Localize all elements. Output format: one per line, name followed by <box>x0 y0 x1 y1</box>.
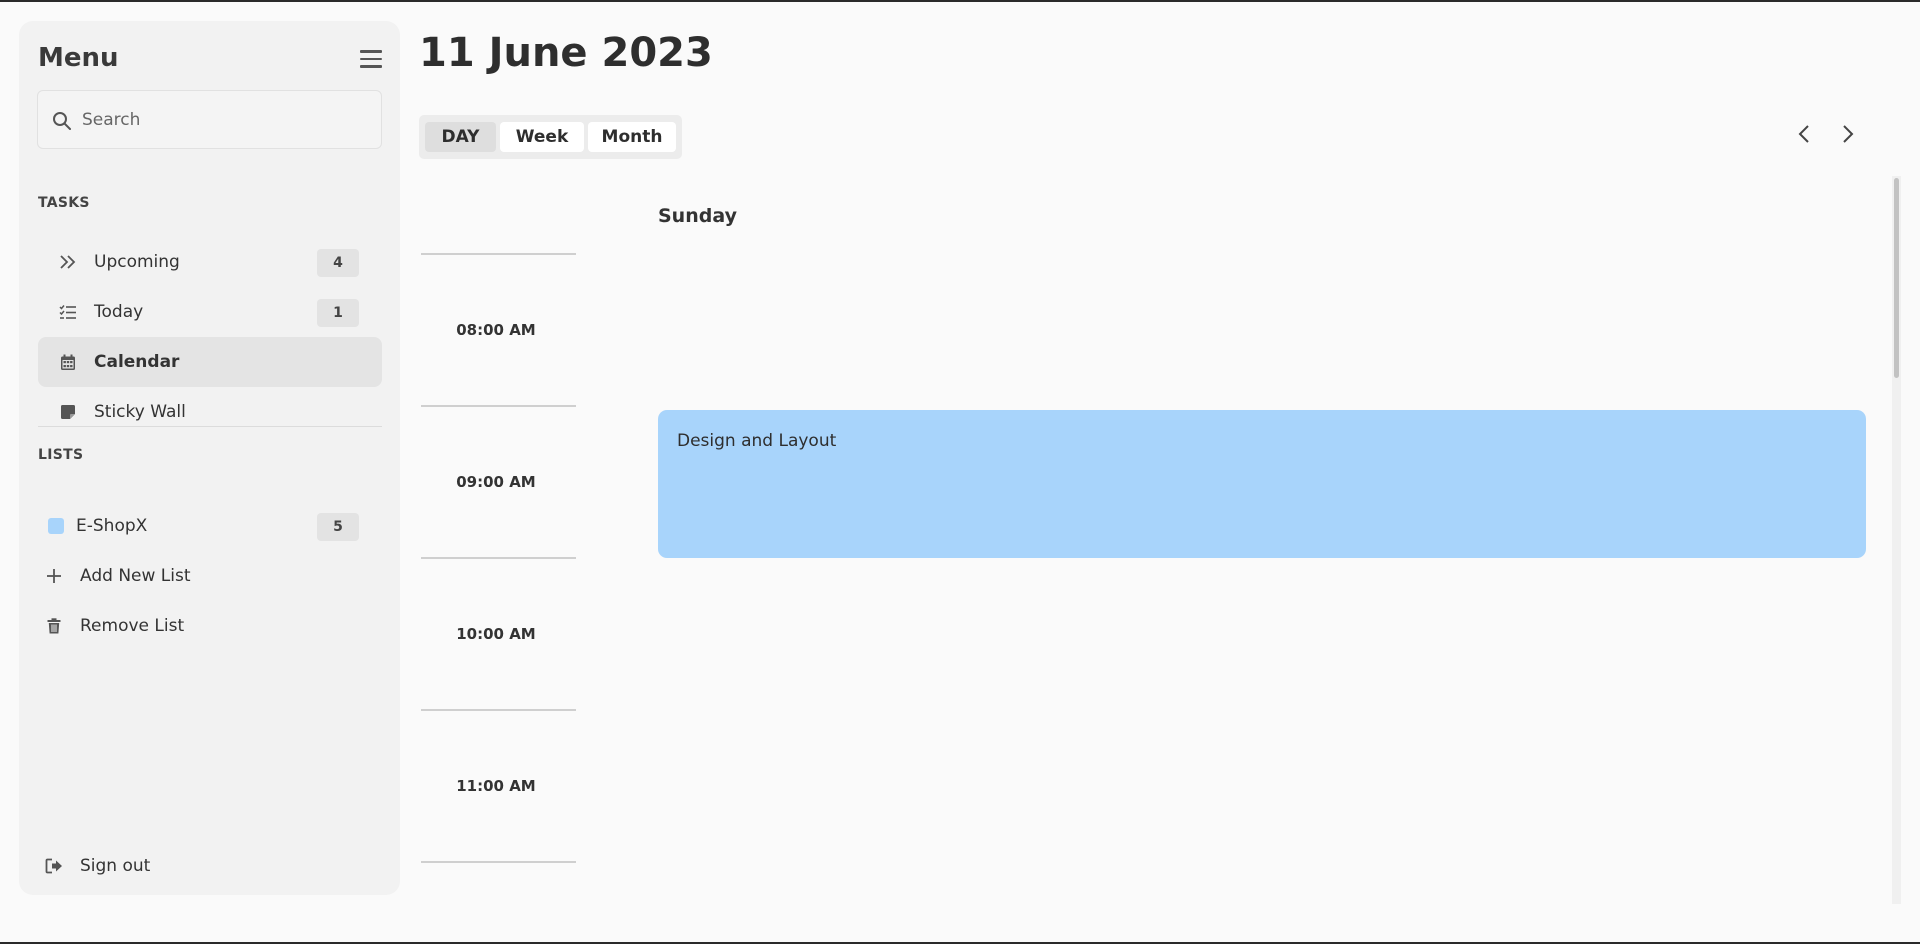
time-label: 10:00 AM <box>456 625 536 643</box>
count-badge: 4 <box>317 249 359 277</box>
sidebar-item-label: Sticky Wall <box>94 402 186 422</box>
search-icon <box>53 112 71 130</box>
sidebar-item-label: Today <box>94 302 144 322</box>
sidebar-item-today[interactable]: Today 1 <box>38 287 382 337</box>
trash-icon <box>44 616 64 636</box>
sidebar-divider <box>38 426 382 427</box>
sign-out-button[interactable]: Sign out <box>38 841 382 891</box>
time-divider <box>421 405 576 407</box>
plus-icon <box>44 566 64 586</box>
lists-section-label: LISTS <box>38 447 84 463</box>
window-top-border <box>0 0 1920 2</box>
chevron-left-icon[interactable] <box>1793 122 1817 146</box>
sign-out-label: Sign out <box>80 856 151 876</box>
calendar-event[interactable]: Design and Layout <box>658 410 1866 558</box>
menu-title: Menu <box>38 43 119 73</box>
time-label: 08:00 AM <box>456 321 536 339</box>
scrollbar-thumb[interactable] <box>1894 178 1899 378</box>
tasks-section-label: TASKS <box>38 195 90 211</box>
list-item-label: E-ShopX <box>76 516 148 536</box>
page-title: 11 June 2023 <box>419 30 713 76</box>
remove-list-button[interactable]: Remove List <box>38 601 382 651</box>
time-divider <box>421 253 576 255</box>
event-title: Design and Layout <box>677 431 837 451</box>
chevron-right-icon[interactable] <box>1835 122 1859 146</box>
sidebar-item-label: Calendar <box>94 352 180 372</box>
count-badge: 5 <box>317 513 359 541</box>
sidebar-item-sticky-wall[interactable]: Sticky Wall <box>38 387 382 437</box>
time-divider <box>421 557 576 559</box>
sidebar: Menu TASKS Upcoming 4 Today <box>19 21 400 895</box>
sidebar-item-label: Upcoming <box>94 252 180 272</box>
time-divider <box>421 861 576 863</box>
list-color-swatch <box>48 518 64 534</box>
tab-day[interactable]: DAY <box>425 122 496 152</box>
day-name: Sunday <box>658 205 737 227</box>
checklist-icon <box>58 302 78 322</box>
calendar-icon <box>58 352 78 372</box>
add-new-list-button[interactable]: Add New List <box>38 551 382 601</box>
list-item-eshopx[interactable]: E-ShopX 5 <box>38 501 382 551</box>
sidebar-item-calendar[interactable]: Calendar <box>38 337 382 387</box>
time-label: 11:00 AM <box>456 777 536 795</box>
sign-out-icon <box>44 856 64 876</box>
tab-month[interactable]: Month <box>588 122 676 152</box>
sticky-note-icon <box>58 402 78 422</box>
search-input[interactable] <box>82 105 372 135</box>
sidebar-item-upcoming[interactable]: Upcoming 4 <box>38 237 382 287</box>
tab-week[interactable]: Week <box>500 122 584 152</box>
view-switcher: DAY Week Month <box>419 115 682 159</box>
search-box[interactable] <box>37 90 382 149</box>
add-new-list-label: Add New List <box>80 566 191 586</box>
double-chevron-right-icon <box>58 252 78 272</box>
time-label: 09:00 AM <box>456 473 536 491</box>
remove-list-label: Remove List <box>80 616 185 636</box>
count-badge: 1 <box>317 299 359 327</box>
time-divider <box>421 709 576 711</box>
hamburger-menu-icon[interactable] <box>360 50 382 68</box>
